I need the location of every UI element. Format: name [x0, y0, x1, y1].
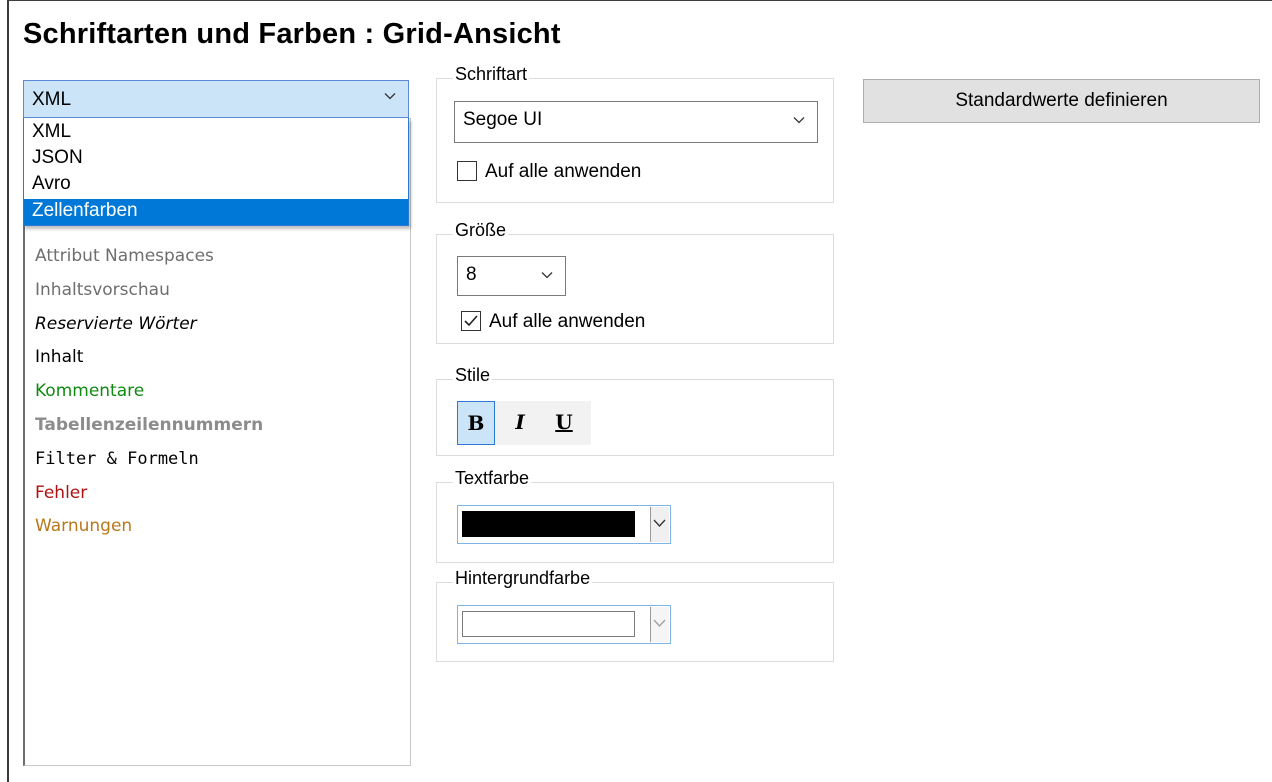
set-defaults-button[interactable]: Standardwerte definieren — [863, 79, 1260, 123]
styles-group-label: Stile — [453, 365, 493, 386]
chevron-down-icon — [384, 93, 396, 100]
size-apply-all-label: Auf alle anwenden — [489, 311, 646, 332]
italic-button[interactable]: I — [501, 401, 539, 445]
styles-group: Stile B I U — [436, 365, 834, 456]
list-item-inhalt[interactable]: Inhalt — [35, 347, 83, 367]
chevron-down-icon — [793, 117, 805, 124]
list-item-kommentare[interactable]: Kommentare — [35, 381, 144, 401]
list-item-inhaltsvorschau[interactable]: Inhaltsvorschau — [35, 280, 170, 300]
text-color-swatch — [462, 511, 635, 537]
list-item-fehler[interactable]: Fehler — [35, 483, 87, 503]
chevron-down-icon — [653, 619, 666, 627]
list-item-warnungen[interactable]: Warnungen — [35, 516, 132, 536]
window-top-border — [7, 0, 1272, 1]
text-color-group: Textfarbe — [436, 468, 834, 563]
dropdown-option-xml[interactable]: XML — [24, 120, 408, 146]
checkmark-icon — [464, 315, 478, 327]
list-item-attribut-namespaces[interactable]: Attribut Namespaces — [35, 246, 214, 266]
size-group: Größe 8 Auf alle anwenden — [436, 220, 834, 344]
text-color-group-label: Textfarbe — [453, 468, 532, 489]
category-dropdown-list: XML JSON Avro Zellenfarben — [23, 118, 409, 226]
text-color-picker[interactable] — [457, 505, 671, 544]
text-color-dropdown-button[interactable] — [650, 507, 669, 542]
list-item-reservierte-woerter[interactable]: Reservierte Wörter — [35, 314, 197, 334]
dropdown-option-json[interactable]: JSON — [24, 146, 408, 172]
size-select[interactable]: 8 — [457, 256, 566, 296]
size-group-label: Größe — [453, 220, 509, 241]
category-combobox-value: XML — [32, 89, 72, 110]
font-apply-all-label: Auf alle anwenden — [485, 161, 642, 182]
category-combobox[interactable]: XML — [23, 80, 409, 118]
background-color-picker[interactable] — [457, 605, 671, 644]
font-apply-all-checkbox[interactable] — [457, 161, 477, 181]
style-toolbar: B I U — [457, 401, 591, 445]
window-left-border — [7, 0, 9, 782]
font-select[interactable]: Segoe UI — [454, 101, 818, 143]
size-apply-all-checkbox[interactable] — [461, 311, 481, 331]
dropdown-option-avro[interactable]: Avro — [24, 172, 408, 198]
font-group-label: Schriftart — [453, 64, 530, 85]
background-color-dropdown-button[interactable] — [650, 607, 669, 642]
dropdown-option-zellenfarben[interactable]: Zellenfarben — [24, 199, 408, 225]
background-color-group-label: Hintergrundfarbe — [453, 568, 593, 589]
list-item-tabellenzeilennummern[interactable]: Tabellenzeilennummern — [35, 415, 263, 435]
page-title: Schriftarten und Farben : Grid-Ansicht — [23, 18, 561, 50]
size-select-value: 8 — [466, 264, 477, 285]
font-select-value: Segoe UI — [463, 109, 543, 130]
underline-button[interactable]: U — [545, 401, 583, 445]
chevron-down-icon — [653, 519, 666, 527]
background-color-group: Hintergrundfarbe — [436, 568, 834, 662]
font-group: Schriftart Segoe UI Auf alle anwenden — [436, 64, 834, 203]
list-item-filter-formeln[interactable]: Filter & Formeln — [35, 449, 199, 469]
chevron-down-icon — [541, 272, 553, 279]
bold-button[interactable]: B — [457, 401, 495, 445]
background-color-swatch — [462, 611, 635, 637]
